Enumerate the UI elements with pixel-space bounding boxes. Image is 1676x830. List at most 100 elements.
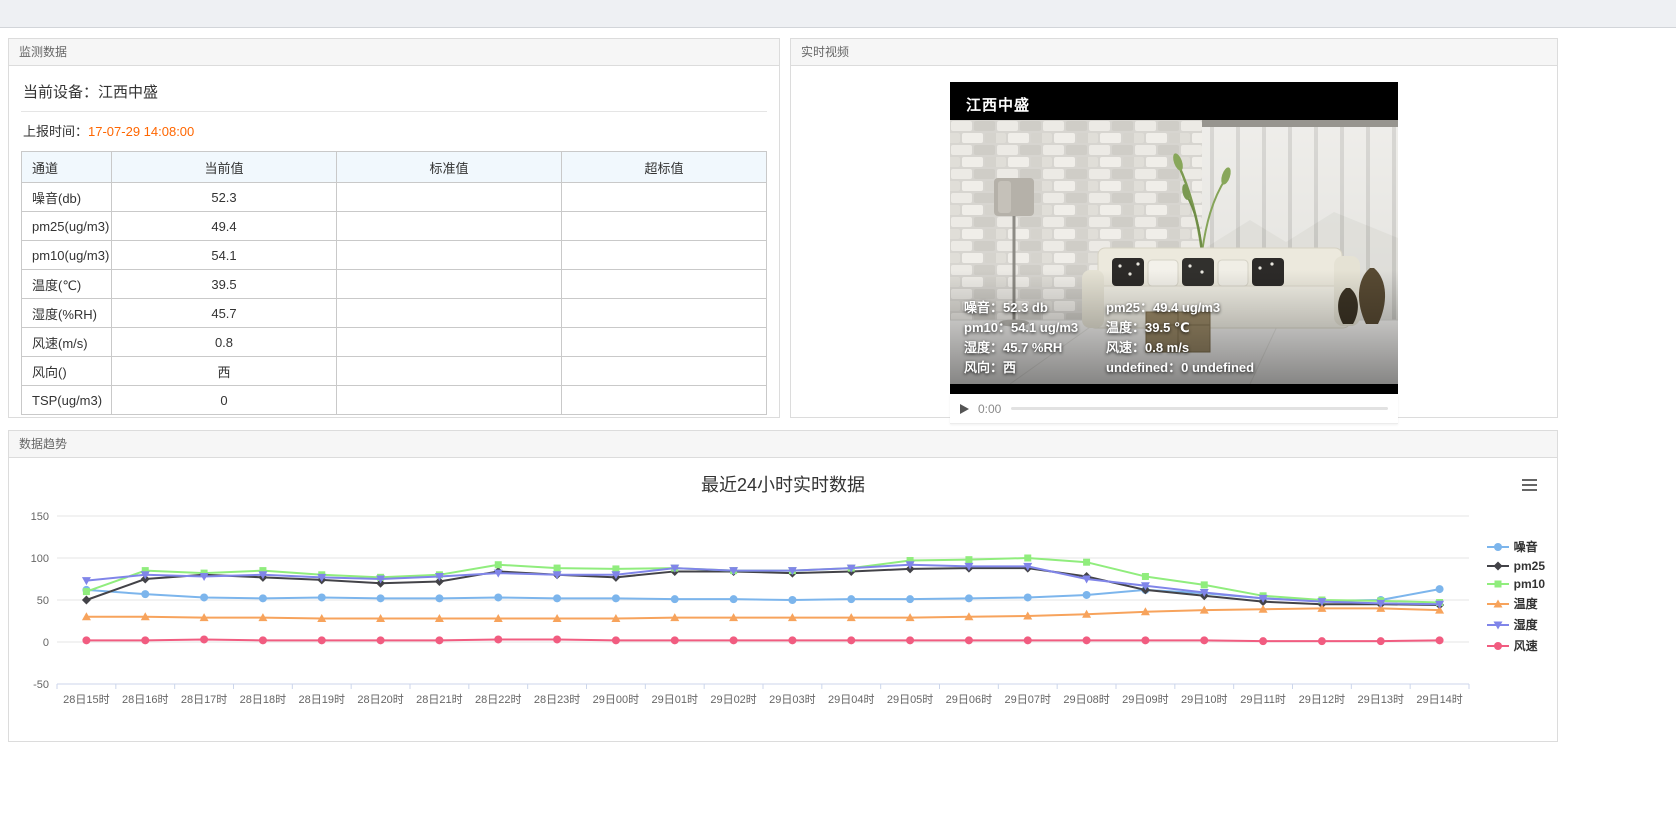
trend-panel-title: 数据趋势 (9, 431, 1557, 458)
series-marker (259, 636, 267, 644)
report-time-label: 上报时间： (23, 124, 88, 139)
row-current: 45.7 (112, 299, 337, 328)
legend-item-风速[interactable]: 风速 (1487, 637, 1545, 654)
series-marker (1494, 581, 1501, 588)
play-icon[interactable] (960, 404, 969, 414)
x-axis-label: 29日05时 (887, 693, 933, 706)
legend-item-湿度[interactable]: 湿度 (1487, 616, 1545, 633)
legend-label: 温度 (1514, 595, 1538, 612)
table-row: pm25(ug/m3)49.4 (22, 212, 767, 241)
series-marker (1494, 543, 1502, 551)
row-channel: 温度(℃) (22, 270, 112, 299)
x-axis-label: 28日15时 (63, 693, 109, 706)
monitor-body: 当前设备：江西中盛 上报时间：17-07-29 14:08:00 通道 当前值 … (9, 66, 779, 425)
row-exceed (562, 299, 767, 328)
video-surface[interactable]: 江西中盛 (950, 82, 1398, 394)
series-marker (553, 594, 561, 602)
series-marker (1024, 555, 1031, 562)
legend-symbol-icon (1487, 618, 1509, 632)
series-marker (495, 561, 502, 568)
series-marker (377, 636, 385, 644)
x-axis-label: 29日04时 (828, 693, 874, 706)
chart-context-menu-button[interactable] (1517, 475, 1541, 495)
legend-item-噪音[interactable]: 噪音 (1487, 538, 1545, 555)
series-marker (200, 635, 208, 643)
row-exceed (562, 212, 767, 241)
legend-label: 风速 (1514, 637, 1538, 654)
row-channel: TSP(ug/m3) (22, 386, 112, 415)
trend-panel: 数据趋势 最近24小时实时数据 -5005010015028日15时28日16时… (8, 430, 1558, 742)
series-marker (554, 565, 561, 572)
table-row: 湿度(%RH)45.7 (22, 299, 767, 328)
series-marker (141, 636, 149, 644)
series-marker (1024, 593, 1032, 601)
series-marker (1141, 636, 1149, 644)
row-standard (337, 241, 562, 270)
video-progress-bar[interactable] (1011, 407, 1388, 410)
x-axis-label: 29日09时 (1122, 693, 1168, 706)
video-controls: 0:00 (950, 394, 1398, 424)
series-line-温度 (86, 608, 1439, 618)
series-marker (612, 594, 620, 602)
series-marker (1083, 636, 1091, 644)
x-axis-label: 29日11时 (1240, 693, 1286, 706)
table-row: TSP(ug/m3)0 (22, 386, 767, 415)
row-current: 54.1 (112, 241, 337, 270)
row-exceed (562, 270, 767, 299)
series-marker (965, 636, 973, 644)
overlay-value: 温度：39.5 ℃ (1106, 320, 1190, 335)
series-marker (318, 593, 326, 601)
series-marker (318, 636, 326, 644)
row-channel: 噪音(db) (22, 183, 112, 212)
overlay-line: 风向：西undefined：0 undefined (964, 358, 1254, 378)
series-marker (1436, 636, 1444, 644)
series-marker (553, 635, 561, 643)
report-time-line: 上报时间：17-07-29 14:08:00 (21, 112, 767, 149)
series-marker (494, 593, 502, 601)
legend-label: pm25 (1514, 559, 1545, 573)
row-standard (337, 299, 562, 328)
col-header-exceed: 超标值 (562, 152, 767, 183)
table-header-row: 通道 当前值 标准值 超标值 (22, 152, 767, 183)
series-marker (82, 596, 91, 605)
report-time-value: 17-07-29 14:08:00 (88, 124, 194, 139)
series-marker (1377, 637, 1385, 645)
x-axis-label: 29日01时 (652, 693, 698, 706)
series-marker (83, 588, 90, 595)
legend-item-pm10[interactable]: pm10 (1487, 577, 1545, 591)
legend-label: 湿度 (1514, 616, 1538, 633)
series-marker (730, 636, 738, 644)
overlay-value: pm25：49.4 ug/m3 (1106, 300, 1220, 315)
series-marker (1201, 581, 1208, 588)
x-axis-label: 29日07时 (1005, 693, 1051, 706)
x-axis-label: 29日08时 (1063, 693, 1109, 706)
chart-title: 最近24小时实时数据 (9, 458, 1557, 504)
x-axis-label: 28日16时 (122, 693, 168, 706)
series-marker (788, 636, 796, 644)
row-exceed (562, 357, 767, 386)
col-header-standard: 标准值 (337, 152, 562, 183)
current-device: 当前设备：江西中盛 (21, 70, 767, 112)
video-time: 0:00 (978, 402, 1001, 416)
col-header-current: 当前值 (112, 152, 337, 183)
series-marker (965, 556, 972, 563)
series-marker (612, 636, 620, 644)
row-channel: 湿度(%RH) (22, 299, 112, 328)
series-marker (435, 636, 443, 644)
overlay-value: 风速：0.8 m/s (1106, 340, 1189, 355)
series-line-风速 (86, 639, 1439, 641)
legend-item-pm25[interactable]: pm25 (1487, 559, 1545, 573)
x-axis-label: 29日06时 (946, 693, 992, 706)
legend-symbol-icon (1487, 559, 1509, 573)
overlay-value: 噪音：52.3 db (964, 298, 1090, 318)
legend-item-温度[interactable]: 温度 (1487, 595, 1545, 612)
y-axis-label: -50 (33, 679, 49, 691)
table-row: 温度(℃)39.5 (22, 270, 767, 299)
series-marker (671, 636, 679, 644)
x-axis-label: 28日21时 (416, 693, 462, 706)
legend-symbol-icon (1487, 577, 1509, 591)
video-panel: 实时视频 江西中盛 (790, 38, 1558, 418)
series-marker (82, 636, 90, 644)
row-current: 0.8 (112, 328, 337, 357)
series-marker (847, 636, 855, 644)
